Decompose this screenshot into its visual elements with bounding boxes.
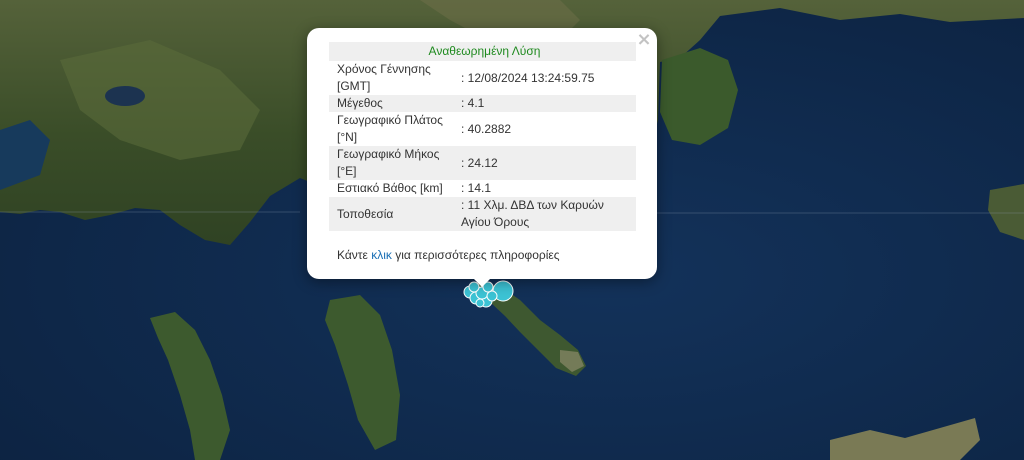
info-row-latitude: Γεωγραφικό Πλάτος [°N] : 40.2882	[329, 112, 636, 146]
popup-title: Αναθεωρημένη Λύση	[329, 42, 636, 61]
row-value: : 40.2882	[461, 121, 512, 136]
info-table: Αναθεωρημένη Λύση Χρόνος Γέννησης [GMT] …	[329, 42, 636, 231]
row-value: : 12/08/2024 13:24:59.75	[461, 70, 595, 85]
info-row-depth: Εστιακό Βάθος [km] : 14.1	[329, 180, 636, 197]
popup-tip	[472, 277, 492, 287]
row-label: Γεωγραφικό Πλάτος [°N]	[337, 113, 443, 144]
info-row-time: Χρόνος Γέννησης [GMT] : 12/08/2024 13:24…	[329, 61, 636, 95]
earthquake-marker[interactable]	[475, 298, 485, 308]
row-label: Γεωγραφικό Μήκος [°E]	[329, 146, 457, 180]
row-label: Μέγεθος	[329, 95, 457, 112]
row-label: Εστιακό Βάθος [km]	[337, 181, 443, 195]
title-row: Αναθεωρημένη Λύση	[329, 42, 636, 61]
more-prefix: Κάντε	[337, 248, 372, 262]
row-label: Τοποθεσία	[329, 197, 457, 231]
info-row-longitude: Γεωγραφικό Μήκος [°E] : 24.12	[329, 146, 636, 180]
more-info-line: Κάντε κλικ για περισσότερες πληροφορίες	[337, 248, 560, 262]
row-value: : 14.1	[461, 181, 492, 195]
row-label: Χρόνος Γέννησης [GMT]	[337, 62, 431, 93]
row-value: : 11 Χλμ. ΔΒΔ των Καρυών Αγίου Όρους	[457, 197, 636, 231]
row-value: : 4.1	[457, 95, 636, 112]
info-row-magnitude: Μέγεθος : 4.1	[329, 95, 636, 112]
more-suffix: για περισσότερες πληροφορίες	[391, 248, 560, 262]
earthquake-marker[interactable]	[486, 290, 498, 302]
lake	[105, 86, 145, 106]
row-value: : 24.12	[457, 146, 636, 180]
info-row-location: Τοποθεσία : 11 Χλμ. ΔΒΔ των Καρυών Αγίου…	[329, 197, 636, 231]
more-info-link[interactable]: κλικ	[371, 248, 392, 262]
close-icon[interactable]: ×	[634, 30, 654, 50]
